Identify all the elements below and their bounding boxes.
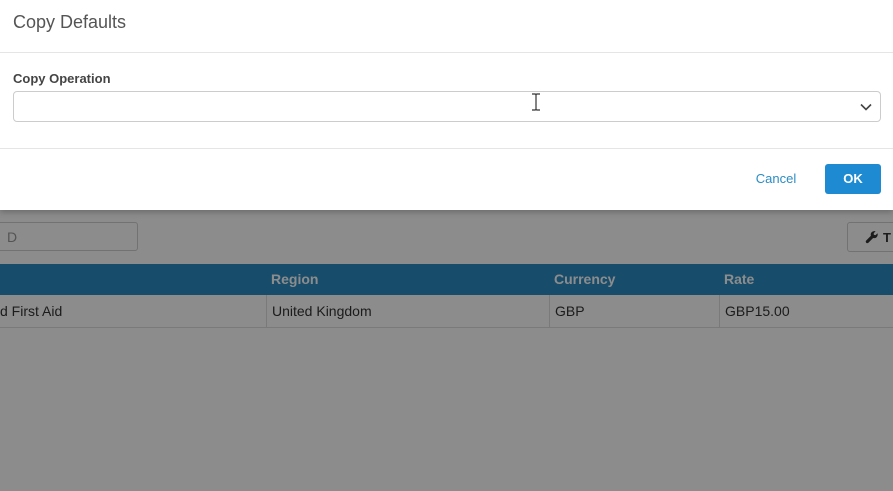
copy-operation-label: Copy Operation — [13, 71, 111, 86]
divider — [0, 52, 893, 53]
ok-button[interactable]: OK — [825, 164, 881, 194]
copy-operation-select[interactable] — [13, 91, 881, 122]
copy-defaults-dialog: Copy Defaults Copy Operation Cancel OK — [0, 0, 893, 210]
cancel-button[interactable]: Cancel — [742, 164, 810, 194]
text-cursor-icon — [530, 93, 542, 116]
chevron-down-icon — [859, 100, 873, 119]
dialog-title: Copy Defaults — [13, 12, 127, 32]
divider — [0, 148, 893, 149]
